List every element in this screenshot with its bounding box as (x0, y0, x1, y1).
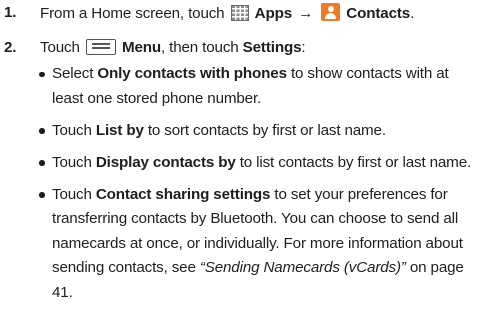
option-name: List by (95, 121, 144, 139)
settings-label: Settings (242, 39, 302, 56)
apps-label: Apps (254, 5, 293, 22)
step-end: . (410, 5, 415, 22)
step-number: 2. (4, 39, 17, 56)
apps-grid-icon (230, 5, 249, 21)
bullet-text: to list contacts by first or last name. (235, 153, 472, 171)
contacts-label: Contacts (346, 5, 411, 22)
step-text: From a Home screen, touch Apps → Contact… (40, 3, 414, 24)
menu-icon (85, 39, 116, 55)
option-name: Display contacts by (95, 153, 236, 171)
bullet-text: Touch (52, 153, 96, 171)
then-text: , then touch (161, 39, 239, 56)
bullet-contact-sharing-settings: Touch Contact sharing settings to set yo… (36, 183, 474, 306)
bullet-text: Select (52, 65, 98, 82)
arrow-icon: → (298, 5, 314, 22)
cross-reference: “Sending Namecards (vCards)” (199, 259, 406, 276)
bullet-display-contacts-by: Touch Display contacts by to list contac… (36, 151, 474, 176)
step-text: Touch Menu, then touch Settings: (40, 38, 306, 58)
settings-bullet-list: Select Only contacts with phones to show… (36, 62, 474, 313)
touch-text: Touch (40, 39, 80, 56)
step-end: : (301, 39, 306, 56)
option-name: Only contacts with phones (97, 65, 287, 82)
contacts-icon (321, 3, 341, 21)
bullet-only-contacts-with-phones: Select Only contacts with phones to show… (36, 62, 474, 111)
bullet-list-by: Touch List by to sort contacts by first … (36, 119, 474, 144)
step-text-intro: From a Home screen, touch (40, 5, 225, 22)
bullet-text: Touch (52, 121, 96, 139)
step-number: 1. (4, 4, 17, 21)
bullet-text: to sort contacts by first or last name. (143, 121, 386, 139)
option-name: Contact sharing settings (95, 185, 271, 203)
menu-label: Menu (121, 39, 161, 56)
manual-page: 1. From a Home screen, touch Apps → Cont… (0, 0, 478, 330)
bullet-text: Touch (52, 185, 96, 203)
